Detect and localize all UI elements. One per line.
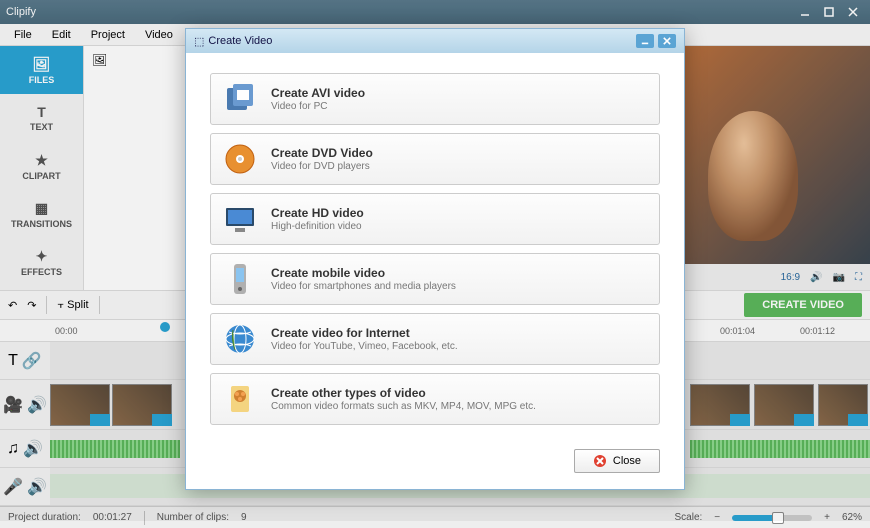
dialog-titlebar: ⬚ Create Video — [186, 29, 684, 53]
option-internet[interactable]: Create video for InternetVideo for YouTu… — [210, 313, 660, 365]
globe-icon — [223, 322, 257, 356]
dialog-close-button[interactable] — [658, 34, 676, 48]
option-dvd[interactable]: Create DVD VideoVideo for DVD players — [210, 133, 660, 185]
create-video-dialog: ⬚ Create Video Create AVI videoVideo for… — [185, 28, 685, 490]
option-mobile[interactable]: Create mobile videoVideo for smartphones… — [210, 253, 660, 305]
option-other[interactable]: Create other types of videoCommon video … — [210, 373, 660, 425]
mobile-icon — [223, 262, 257, 296]
option-avi[interactable]: Create AVI videoVideo for PC — [210, 73, 660, 125]
hd-icon — [223, 202, 257, 236]
modal-overlay: ⬚ Create Video Create AVI videoVideo for… — [0, 0, 870, 521]
avi-icon — [223, 82, 257, 116]
dvd-icon — [223, 142, 257, 176]
close-icon — [593, 454, 607, 468]
option-hd[interactable]: Create HD videoHigh-definition video — [210, 193, 660, 245]
dialog-minimize-button[interactable] — [636, 34, 654, 48]
close-button[interactable]: Close — [574, 449, 660, 473]
dialog-body: Create AVI videoVideo for PC Create DVD … — [186, 53, 684, 441]
dialog-title: Create Video — [208, 35, 272, 47]
film-icon — [223, 382, 257, 416]
